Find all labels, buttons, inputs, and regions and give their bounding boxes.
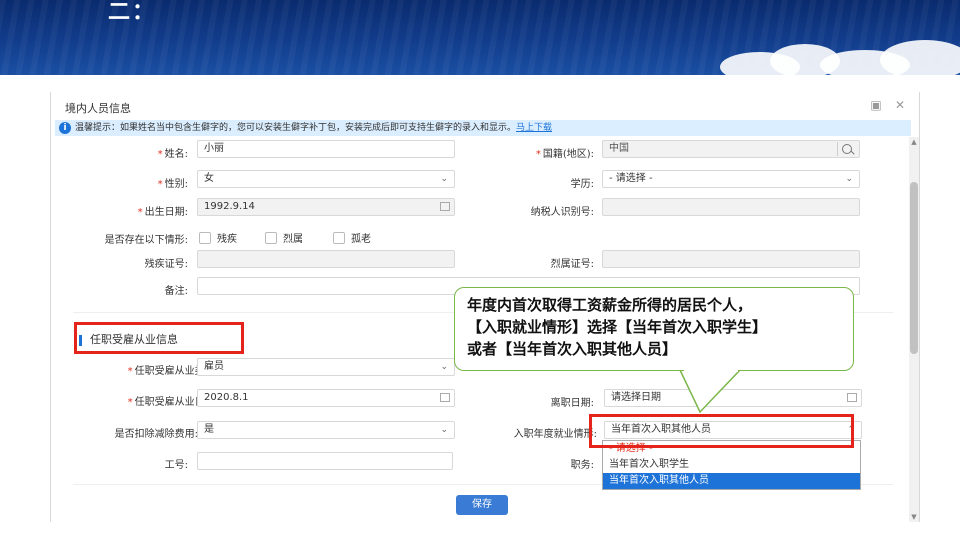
- section-highlight: [74, 322, 244, 354]
- martyr-no-label: 烈属证号:: [550, 259, 594, 270]
- close-icon[interactable]: ✕: [893, 98, 907, 112]
- conditions-label: 是否存在以下情形:: [104, 235, 188, 246]
- scroll-thumb[interactable]: [910, 182, 918, 354]
- leave-date-input[interactable]: 请选择日期: [604, 389, 862, 407]
- field-highlight: [589, 414, 854, 448]
- birthdate-input[interactable]: 1992.9.14: [197, 198, 455, 216]
- disability-no-label: 残疾证号:: [144, 259, 188, 270]
- employment-date-input[interactable]: 2020.8.1: [197, 389, 455, 407]
- download-link[interactable]: 马上下载: [516, 123, 552, 133]
- position-label: 职务:: [570, 460, 594, 471]
- disability-no-input[interactable]: [197, 250, 455, 268]
- education-select[interactable]: - 请选择 - ⌄: [602, 170, 860, 188]
- remark-label: 备注:: [164, 286, 188, 297]
- chevron-down-icon: ⌄: [440, 362, 448, 372]
- header-banner: 二：: [0, 0, 960, 75]
- deduct-select[interactable]: 是 ⌄: [197, 421, 455, 439]
- first-job-label: 入职年度就业情形:: [513, 429, 597, 440]
- annotation-callout: 年度内首次取得工资薪金所得的居民个人， 【入职就业情形】选择【当年首次入职学生】…: [454, 287, 854, 371]
- checkbox-orphan-elder[interactable]: 孤老: [333, 230, 371, 245]
- birthdate-label: * 出生日期:: [137, 207, 188, 218]
- gender-label: * 性别:: [157, 179, 188, 190]
- employment-type-label: * 任职受雇从业类型:: [127, 366, 218, 377]
- banner-title: 二：: [108, 0, 157, 25]
- deduct-label: 是否扣除减除费用:: [114, 429, 198, 440]
- education-label: 学历:: [570, 179, 594, 190]
- calendar-icon[interactable]: [847, 393, 857, 402]
- employment-date-label: * 任职受雇从业日期:: [127, 397, 218, 408]
- chevron-down-icon: ⌄: [845, 174, 853, 184]
- notice-bar: i 温馨提示：如果姓名当中包含生僻字的，您可以安装生僻字补丁包，安装完成后即可支持…: [55, 120, 911, 136]
- checkbox-disability[interactable]: 残疾: [199, 230, 237, 245]
- gender-select[interactable]: 女 ⌄: [197, 170, 455, 188]
- nationality-label: * 国籍(地区):: [535, 149, 594, 160]
- scroll-up-icon[interactable]: ▲: [909, 137, 919, 147]
- calendar-icon[interactable]: [440, 393, 450, 402]
- leave-date-label: 离职日期:: [550, 398, 594, 409]
- info-icon: i: [59, 121, 71, 134]
- nationality-input[interactable]: 中国: [602, 140, 860, 158]
- maximize-icon[interactable]: ▣: [869, 98, 883, 112]
- chevron-down-icon: ⌄: [440, 174, 448, 184]
- name-input[interactable]: 小丽: [197, 140, 455, 158]
- name-label: * 姓名:: [157, 149, 188, 160]
- chevron-down-icon: ⌄: [440, 425, 448, 435]
- save-button[interactable]: 保存: [456, 495, 508, 515]
- dropdown-option[interactable]: 当年首次入职学生: [603, 457, 860, 473]
- taxid-label: 纳税人识别号:: [530, 207, 594, 218]
- taxid-input[interactable]: [602, 198, 860, 216]
- checkbox-martyr[interactable]: 烈属: [265, 230, 303, 245]
- scrollbar[interactable]: ▲ ▼: [909, 137, 919, 522]
- dropdown-option-selected[interactable]: 当年首次入职其他人员: [603, 473, 860, 489]
- notice-text: 温馨提示：如果姓名当中包含生僻字的，您可以安装生僻字补丁包，安装完成后即可支持生…: [75, 123, 517, 133]
- job-no-label: 工号:: [164, 460, 188, 471]
- search-icon[interactable]: [837, 142, 856, 156]
- dialog-title: 境内人员信息: [65, 102, 131, 115]
- scroll-down-icon[interactable]: ▼: [909, 512, 919, 522]
- martyr-no-input[interactable]: [602, 250, 860, 268]
- calendar-icon[interactable]: [440, 202, 450, 211]
- job-no-input[interactable]: [197, 452, 453, 470]
- employment-type-select[interactable]: 雇员 ⌄: [197, 358, 455, 376]
